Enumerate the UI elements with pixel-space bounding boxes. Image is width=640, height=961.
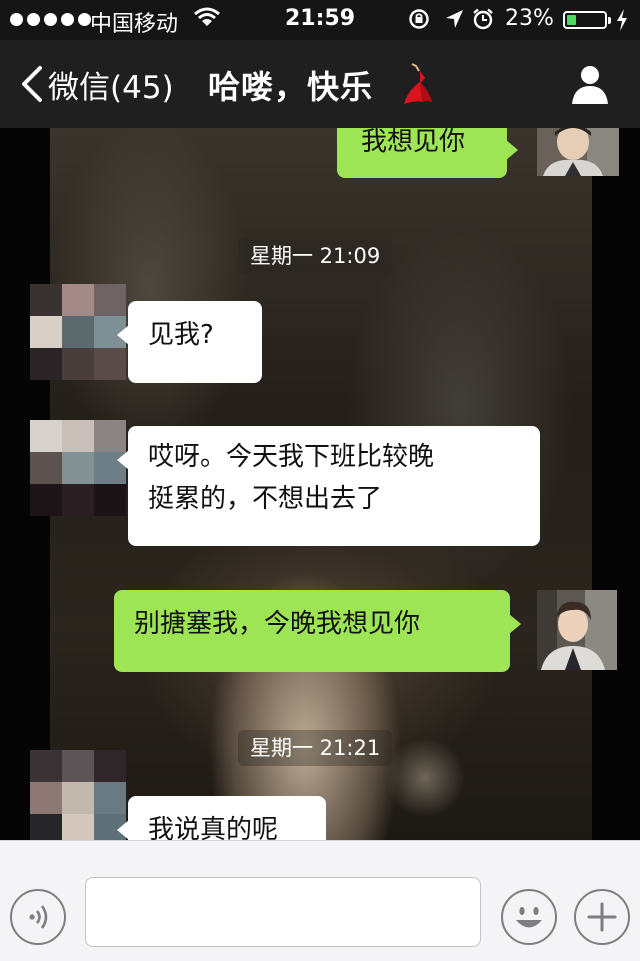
message-text: 我说真的呢	[148, 815, 279, 840]
alarm-clock-icon	[473, 8, 493, 30]
friend-avatar[interactable]	[30, 284, 126, 380]
time-stamp-text: 星期一 21:21	[250, 736, 381, 760]
friend-avatar[interactable]	[30, 750, 126, 840]
message-text: 见我?	[148, 320, 214, 350]
message-bubble-incoming[interactable]: 我说真的呢	[117, 796, 326, 840]
profile-button[interactable]	[566, 62, 614, 106]
time-stamp: 星期一 21:21	[238, 730, 393, 766]
avatar-photo	[537, 128, 619, 176]
background-frame-right	[592, 128, 640, 840]
chat-title: 哈喽，快乐	[208, 68, 374, 106]
back-label: 微信(45)	[48, 69, 174, 106]
charging-bolt-icon	[617, 9, 627, 31]
nav-bar: 微信(45) 哈喽，快乐	[0, 40, 640, 128]
voice-icon	[29, 905, 48, 929]
smiley-icon	[516, 907, 542, 928]
location-arrow-icon	[446, 10, 463, 28]
my-avatar[interactable]	[537, 128, 619, 176]
message-bubble-incoming[interactable]: 见我?	[117, 301, 262, 383]
message-text: 我想见你	[361, 128, 466, 157]
input-bar	[0, 840, 640, 961]
emoji-button[interactable]	[501, 889, 557, 945]
back-button[interactable]: 微信(45)	[18, 62, 174, 106]
message-input[interactable]	[85, 877, 481, 947]
friend-avatar[interactable]	[30, 420, 126, 516]
plus-icon	[587, 902, 617, 932]
chevron-left-icon	[22, 66, 42, 102]
battery-icon	[563, 11, 611, 29]
message-text: 别搪塞我，今晚我想见你	[134, 609, 421, 639]
avatar-photo	[537, 590, 617, 670]
message-bubble-outgoing[interactable]: 别搪塞我，今晚我想见你	[114, 590, 521, 672]
status-bar: 中国移动 21:59 23%	[0, 0, 640, 40]
time-stamp: 星期一 21:09	[238, 238, 393, 274]
more-button[interactable]	[574, 889, 630, 945]
message-text-line2: 挺累的，不想出去了	[148, 484, 383, 514]
rotation-lock-icon	[409, 9, 429, 29]
chat-area[interactable]: 我想见你 星期一 21:09 见我? 哎呀。今天我下班比较晚 挺累的，不想出去了	[0, 128, 640, 840]
battery-percent: 23%	[505, 6, 554, 31]
voice-button[interactable]	[10, 889, 66, 945]
time-stamp-text: 星期一 21:09	[250, 244, 381, 268]
dancer-icon	[404, 63, 432, 104]
message-bubble-incoming[interactable]: 哎呀。今天我下班比较晚 挺累的，不想出去了	[117, 426, 540, 546]
my-avatar[interactable]	[537, 590, 617, 670]
message-bubble-outgoing[interactable]: 我想见你	[337, 128, 518, 178]
message-text: 哎呀。今天我下班比较晚	[148, 442, 435, 472]
